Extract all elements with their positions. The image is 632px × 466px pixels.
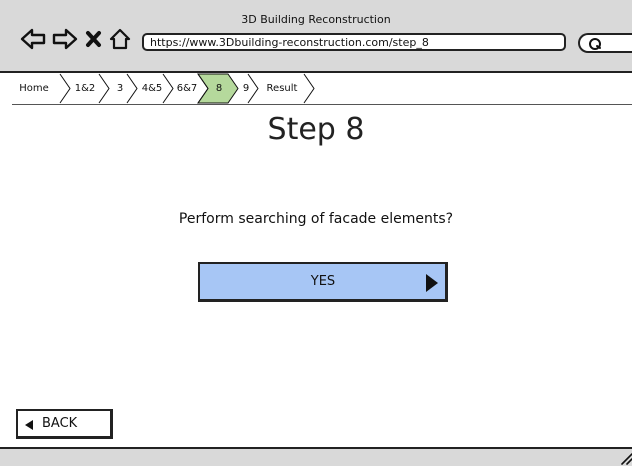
browser-window: 3D Building Reconstruction https://www.3… xyxy=(0,0,632,466)
play-arrow-icon xyxy=(426,274,438,292)
breadcrumb-item-8[interactable]: 8 xyxy=(208,73,230,104)
breadcrumb-item-1-2[interactable]: 1&2 xyxy=(70,73,100,104)
resize-grip-icon[interactable] xyxy=(620,451,632,465)
back-arrow-icon xyxy=(25,420,33,430)
status-bar xyxy=(0,447,632,466)
page-title: Step 8 xyxy=(267,112,365,147)
yes-button[interactable]: YES xyxy=(198,262,448,302)
step-question: Perform searching of facade elements? xyxy=(178,211,454,227)
arrow-right-icon xyxy=(52,28,78,50)
browser-back-button[interactable] xyxy=(20,27,46,51)
browser-stop-button[interactable] xyxy=(84,27,108,51)
breadcrumb-item-6-7[interactable]: 6&7 xyxy=(173,73,201,104)
yes-button-label: YES xyxy=(310,274,336,289)
arrow-left-icon xyxy=(20,28,46,50)
breadcrumb-item-9[interactable]: 9 xyxy=(238,73,254,104)
content-divider xyxy=(12,104,632,105)
close-icon xyxy=(86,31,101,47)
address-bar[interactable]: https://www.3Dbuilding-reconstruction.co… xyxy=(142,33,566,51)
home-icon xyxy=(109,28,131,50)
back-button[interactable]: BACK xyxy=(16,409,113,439)
address-url: https://www.3Dbuilding-reconstruction.co… xyxy=(150,36,429,49)
breadcrumb-item-3[interactable]: 3 xyxy=(109,73,131,104)
breadcrumb-item-result[interactable]: Result xyxy=(258,73,306,104)
breadcrumb-item-4-5[interactable]: 4&5 xyxy=(137,73,167,104)
search-button[interactable] xyxy=(578,33,632,53)
browser-chrome: 3D Building Reconstruction https://www.3… xyxy=(0,0,632,73)
back-button-label: BACK xyxy=(42,416,78,431)
breadcrumb-item-home[interactable]: Home xyxy=(12,73,56,104)
window-title: 3D Building Reconstruction xyxy=(241,13,391,26)
browser-forward-button[interactable] xyxy=(52,27,78,51)
browser-home-button[interactable] xyxy=(108,27,132,51)
search-icon xyxy=(589,38,601,50)
